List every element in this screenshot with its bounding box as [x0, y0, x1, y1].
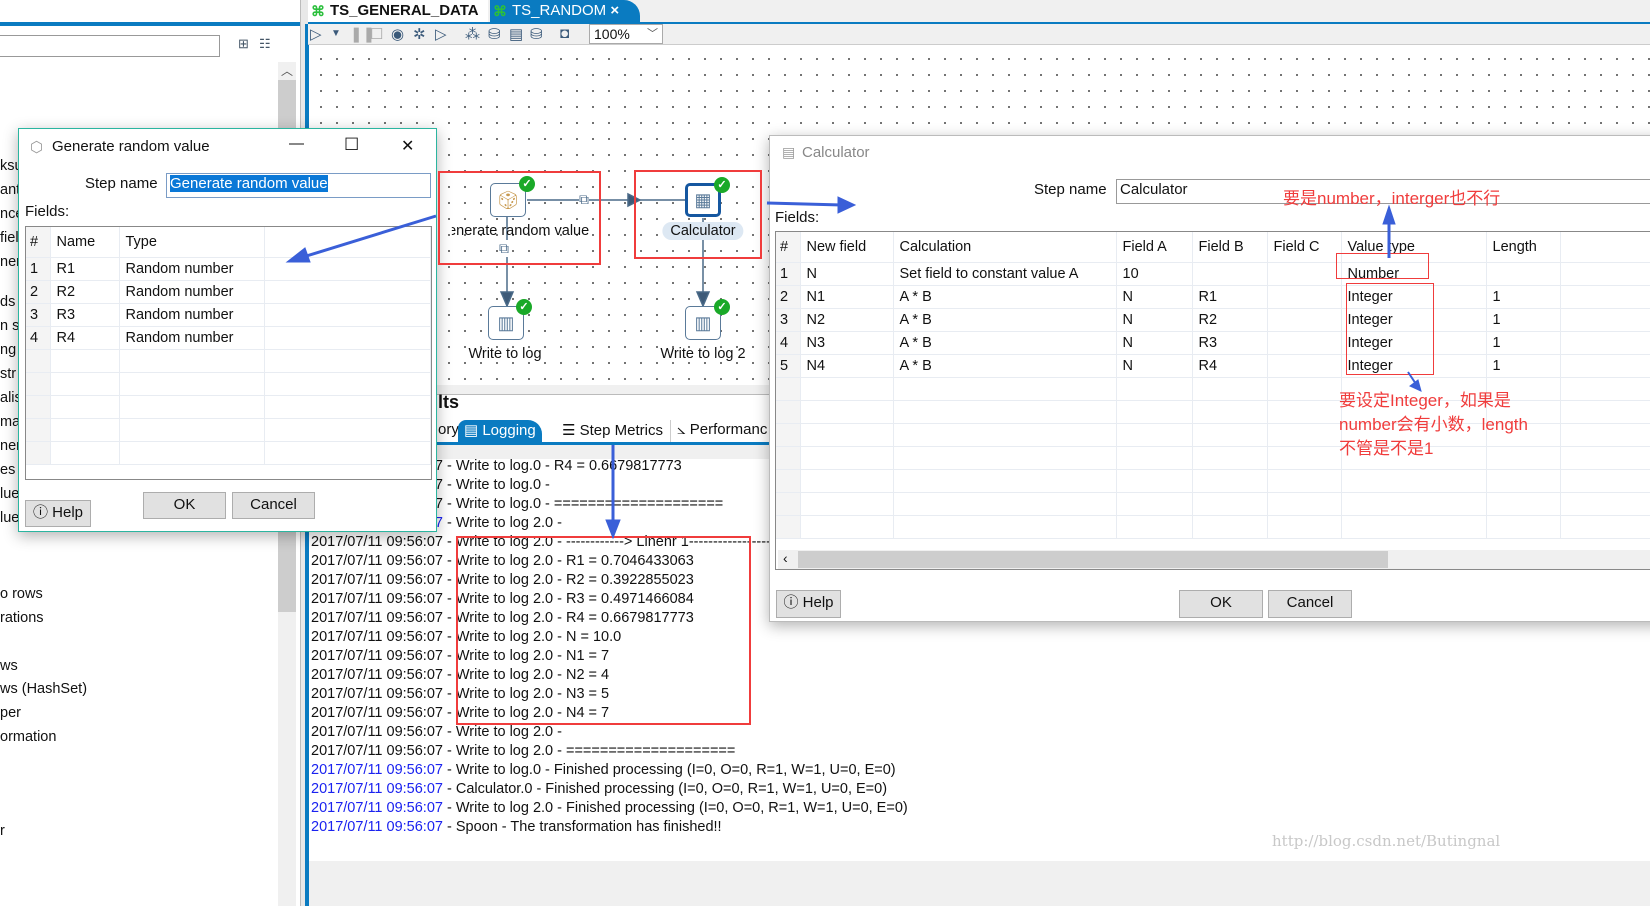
arrow-head: [837, 196, 857, 214]
arrow-line: [299, 214, 437, 260]
annotation-arrows: [285, 196, 1422, 540]
arrow-head: [605, 519, 621, 540]
arrow-head: [1409, 379, 1422, 392]
arrow-head: [285, 247, 311, 263]
arrow-head: [1382, 204, 1396, 225]
arrow-line: [766, 201, 843, 207]
